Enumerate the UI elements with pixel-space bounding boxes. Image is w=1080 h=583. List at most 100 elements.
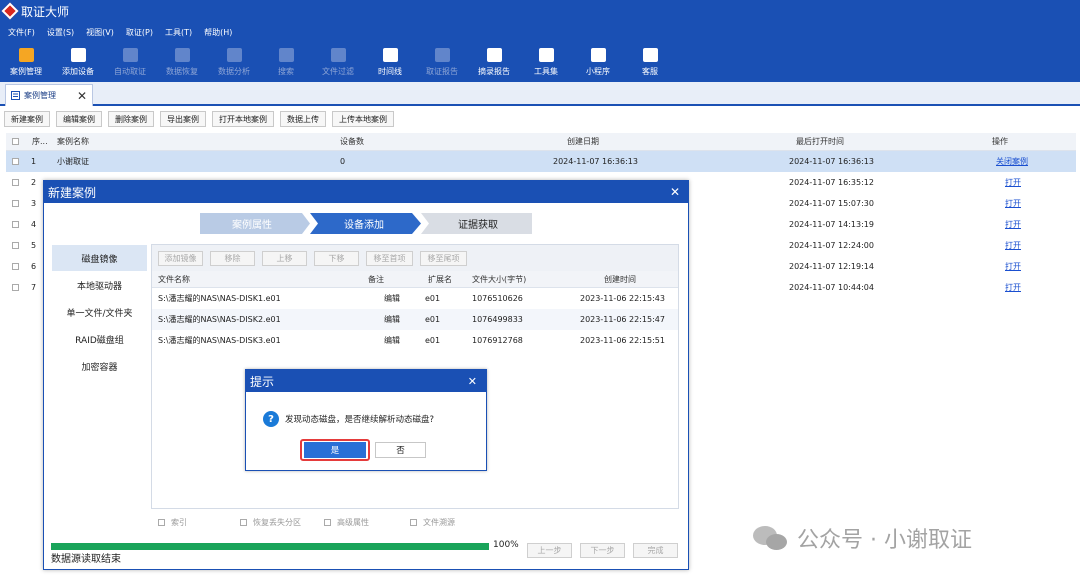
toolbar-timeline-button[interactable]: 时间线 <box>364 42 416 82</box>
toolbar-forensic-report-button[interactable]: 取证报告 <box>416 42 468 82</box>
row-last-opened: 2024-11-07 12:24:00 <box>789 241 874 250</box>
toolbar-mini-program-button[interactable]: 小程序 <box>572 42 624 82</box>
menu-forensics[interactable]: 取证(P) <box>126 27 153 38</box>
source-local-drive[interactable]: 本地驱动器 <box>52 272 147 298</box>
toolbar-excerpt-report-button[interactable]: 摘录报告 <box>468 42 520 82</box>
toolbar-customer-service-button[interactable]: 客服 <box>624 42 676 82</box>
case-row[interactable]: 1 小谢取证 0 2024-11-07 16:36:13 2024-11-07 16:3… <box>6 151 1076 172</box>
menu-file[interactable]: 文件(F) <box>8 27 35 38</box>
toolbar-case-management-button[interactable]: 案例管理 <box>0 42 52 82</box>
option-checkboxes: 索引 恢复丢失分区 高级属性 文件溯源 <box>158 517 490 528</box>
move-down-button[interactable]: 下移 <box>314 251 359 266</box>
app-title: 取证大师 <box>21 4 70 19</box>
data-upload-button[interactable]: 数据上传 <box>280 111 326 127</box>
source-disk-image[interactable]: 磁盘镜像 <box>52 245 147 271</box>
add-image-button[interactable]: 添加镜像 <box>158 251 203 266</box>
export-case-button[interactable]: 导出案例 <box>160 111 206 127</box>
row-operation-link[interactable]: 打开 <box>1005 235 1021 256</box>
menu-settings[interactable]: 设置(S) <box>47 27 74 38</box>
finish-button[interactable]: 完成 <box>633 543 678 558</box>
toolbar-auto-forensics-button[interactable]: 自动取证 <box>104 42 156 82</box>
tab-close-icon[interactable]: ✕ <box>77 89 87 103</box>
edit-case-button[interactable]: 编辑案例 <box>56 111 102 127</box>
upload-local-case-button[interactable]: 上传本地案例 <box>332 111 394 127</box>
toolbar-data-analysis-button[interactable]: 数据分析 <box>208 42 260 82</box>
col-file-name: 文件名称 <box>158 274 190 284</box>
toolbar-label: 添加设备 <box>62 66 94 76</box>
row-last-opened: 2024-11-07 12:19:14 <box>789 262 874 271</box>
remove-image-button[interactable]: 移除 <box>210 251 255 266</box>
select-all-checkbox[interactable] <box>12 138 19 145</box>
row-operation-link[interactable]: 打开 <box>1005 256 1021 277</box>
row-checkbox[interactable] <box>12 263 19 270</box>
opt-file-trace[interactable]: 文件溯源 <box>410 517 490 528</box>
prev-step-button[interactable]: 上一步 <box>527 543 572 558</box>
row-checkbox-cell <box>12 235 19 256</box>
file-created-time: 2023-11-06 22:15:51 <box>580 336 665 345</box>
toolbar-data-recovery-button[interactable]: 数据恢复 <box>156 42 208 82</box>
watermark: 公众号 · 小谢取证 <box>753 522 972 554</box>
row-operation-link[interactable]: 打开 <box>1005 214 1021 235</box>
toolbar-add-device-button[interactable]: 添加设备 <box>52 42 104 82</box>
row-checkbox[interactable] <box>12 221 19 228</box>
dialog-close-icon[interactable]: ✕ <box>670 185 680 199</box>
row-checkbox[interactable] <box>12 158 19 165</box>
image-file-buttons: 添加镜像 移除 上移 下移 移至首项 移至尾项 <box>158 251 474 266</box>
row-operation-link[interactable]: 打开 <box>1005 193 1021 214</box>
file-note-edit[interactable]: 编辑 <box>384 309 400 330</box>
move-top-button[interactable]: 移至首项 <box>366 251 413 266</box>
data-analysis-icon <box>226 47 242 62</box>
toolbar-file-filter-button[interactable]: 文件过滤 <box>312 42 364 82</box>
prompt-dialog: 提示 ✕ ? 发现动态磁盘，是否继续解析动态磁盘? 是 否 <box>245 369 487 471</box>
next-step-button[interactable]: 下一步 <box>580 543 625 558</box>
tab-case-management[interactable]: 案例管理 ✕ <box>5 84 93 106</box>
prompt-title-bar: 提示 ✕ <box>246 370 486 392</box>
file-note-edit[interactable]: 编辑 <box>384 288 400 309</box>
watermark-text: 公众号 · 小谢取证 <box>797 528 972 553</box>
image-file-row[interactable]: S:\潘志耀的NAS\NAS-DISK2.e01 编辑 e01 1076499833 2… <box>152 309 678 330</box>
source-file-folder[interactable]: 单一文件/文件夹 <box>52 299 147 325</box>
image-file-row[interactable]: S:\潘志耀的NAS\NAS-DISK1.e01 编辑 e01 1076510626 2… <box>152 288 678 309</box>
auto-forensics-icon <box>122 47 138 62</box>
delete-case-button[interactable]: 删除案例 <box>108 111 154 127</box>
row-checkbox[interactable] <box>12 179 19 186</box>
opt-index[interactable]: 索引 <box>158 517 240 528</box>
menu-tools[interactable]: 工具(T) <box>165 27 192 38</box>
file-note-edit[interactable]: 编辑 <box>384 330 400 351</box>
move-up-button[interactable]: 上移 <box>262 251 307 266</box>
timeline-icon <box>382 47 398 62</box>
opt-index-label: 索引 <box>171 518 187 527</box>
row-checkbox[interactable] <box>12 200 19 207</box>
toolbar-label: 摘录报告 <box>478 66 510 76</box>
toolbar-toolkit-button[interactable]: 工具集 <box>520 42 572 82</box>
row-operation-link[interactable]: 关闭案例 <box>996 151 1028 172</box>
file-created-time: 2023-11-06 22:15:43 <box>580 294 665 303</box>
toolbar-search-button[interactable]: 搜索 <box>260 42 312 82</box>
image-file-header: 文件名称 备注 扩展名 文件大小(字节) 创建时间 <box>152 271 678 288</box>
move-bottom-button[interactable]: 移至尾项 <box>420 251 467 266</box>
file-extension: e01 <box>425 315 441 324</box>
toolbar-label: 取证报告 <box>426 66 458 76</box>
source-encrypted-container[interactable]: 加密容器 <box>52 353 147 379</box>
row-checkbox[interactable] <box>12 284 19 291</box>
progress-percent: 100% <box>493 540 519 550</box>
row-checkbox[interactable] <box>12 242 19 249</box>
no-button[interactable]: 否 <box>375 442 426 458</box>
open-local-case-button[interactable]: 打开本地案例 <box>212 111 274 127</box>
row-index: 5 <box>31 241 37 250</box>
main-toolbar: 案例管理 添加设备 自动取证 数据恢复 数据分析 搜索 文件过滤 时间线 取证报告 摘录报告 工具集… <box>0 42 1080 82</box>
row-operation-link[interactable]: 打开 <box>1005 172 1021 193</box>
source-raid[interactable]: RAID磁盘组 <box>52 326 147 352</box>
menu-view[interactable]: 视图(V) <box>86 27 114 38</box>
new-case-button[interactable]: 新建案例 <box>4 111 50 127</box>
yes-button[interactable]: 是 <box>304 442 366 458</box>
col-created-date: 创建日期 <box>567 137 599 146</box>
prompt-close-icon[interactable]: ✕ <box>468 375 477 388</box>
row-operation-link[interactable]: 打开 <box>1005 277 1021 298</box>
image-file-row[interactable]: S:\潘志耀的NAS\NAS-DISK3.e01 编辑 e01 1076912768 2… <box>152 330 678 351</box>
app-logo-icon <box>1 2 19 20</box>
opt-recover-partition[interactable]: 恢复丢失分区 <box>240 517 324 528</box>
menu-help[interactable]: 帮助(H) <box>204 27 232 38</box>
row-index: 4 <box>31 220 37 229</box>
opt-advanced-attr[interactable]: 高级属性 <box>324 517 410 528</box>
